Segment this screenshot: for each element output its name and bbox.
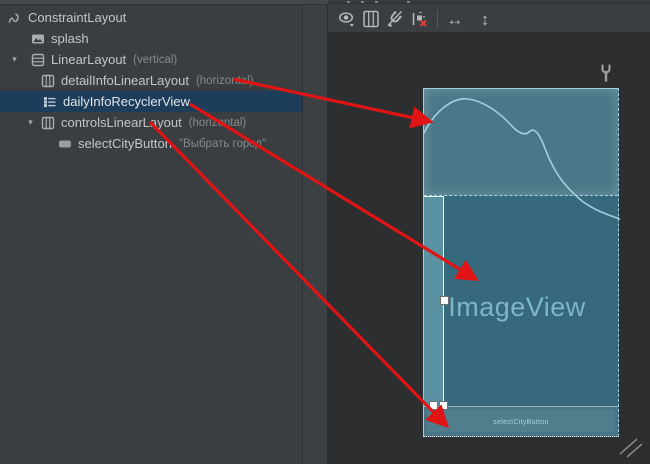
wrench-icon[interactable]: [599, 64, 613, 87]
tree-item-controlslinearlayout[interactable]: ▾ controlsLinearLayout (horizontal): [0, 112, 302, 133]
vertical-size-arrow-icon[interactable]: ↕: [474, 8, 496, 30]
selection-handle-middle[interactable]: [440, 296, 449, 305]
chevron-down-icon[interactable]: ▾: [24, 117, 37, 128]
orientation-annotation: (vertical): [133, 54, 177, 66]
tree-panel-header-edge: [0, 0, 328, 5]
tree-item-label: selectCityButton: [78, 136, 172, 151]
selection-handle-bottom-left[interactable]: [429, 401, 438, 410]
autoconnect-off-magnet-icon[interactable]: [384, 8, 406, 30]
tree-item-label: controlsLinearLayout: [61, 115, 182, 130]
design-toolbar: ↔ ↕: [328, 0, 650, 33]
clipped-toolbar-row: [328, 0, 650, 4]
clear-constraints-icon[interactable]: [408, 8, 430, 30]
canvas-resize-handle[interactable]: [618, 437, 644, 464]
tree-item-linearlayout[interactable]: ▾ LinearLayout (vertical): [0, 49, 302, 70]
button-text-annotation: "Выбрать город": [179, 138, 266, 150]
tree-item-label: splash: [51, 31, 89, 46]
selection-handle-bottom-right[interactable]: [439, 401, 448, 410]
tree-item-label: dailyInfoRecyclerView: [63, 94, 190, 109]
tree-item-label: LinearLayout: [51, 52, 126, 67]
constraint-layout-icon: [8, 11, 22, 25]
tree-item-dailyinforecyclerview[interactable]: dailyInfoRecyclerView: [0, 91, 302, 112]
tree-item-splash[interactable]: splash: [0, 28, 302, 49]
image-icon: [31, 32, 45, 46]
horizontal-size-arrow-icon[interactable]: ↔: [444, 8, 466, 30]
panel-divider[interactable]: [302, 0, 328, 464]
tree-item-label: detailInfoLinearLayout: [61, 73, 189, 88]
view-options-eye-icon[interactable]: [336, 8, 358, 30]
tree-item-selectcitybutton[interactable]: selectCityButton "Выбрать город": [0, 133, 302, 154]
component-tree-panel: ConstraintLayout splash ▾ LinearLayout (…: [0, 0, 302, 464]
linear-layout-vertical-icon: [31, 53, 45, 67]
linear-layout-horizontal-icon: [41, 74, 55, 88]
tree-item-constraintlayout[interactable]: ConstraintLayout: [0, 7, 302, 28]
selectcitybutton-label: selectCityButton: [493, 419, 548, 426]
tree-item-detailinfolinearlayout[interactable]: detailInfoLinearLayout (horizontal): [0, 70, 302, 91]
orientation-annotation: (horizontal): [189, 117, 247, 129]
widget-detailinfolinearlayout[interactable]: [424, 89, 618, 196]
button-icon: [58, 137, 72, 151]
recycler-view-list-icon: [43, 95, 57, 109]
design-surface: ↔ ↕ ImageView selectCityButton: [328, 0, 650, 464]
widget-controlslinearlayout[interactable]: selectCityButton: [424, 406, 618, 437]
imageview-placeholder-label[interactable]: ImageView: [448, 292, 586, 323]
linear-layout-horizontal-icon: [41, 116, 55, 130]
tree-item-label: ConstraintLayout: [28, 10, 126, 25]
toolbar-separator: [437, 10, 438, 29]
orientation-annotation: (horizontal): [196, 75, 254, 87]
device-screen-preview[interactable]: ImageView selectCityButton: [423, 88, 619, 437]
orientation-columns-icon[interactable]: [360, 8, 382, 30]
chevron-down-icon[interactable]: ▾: [8, 54, 21, 65]
